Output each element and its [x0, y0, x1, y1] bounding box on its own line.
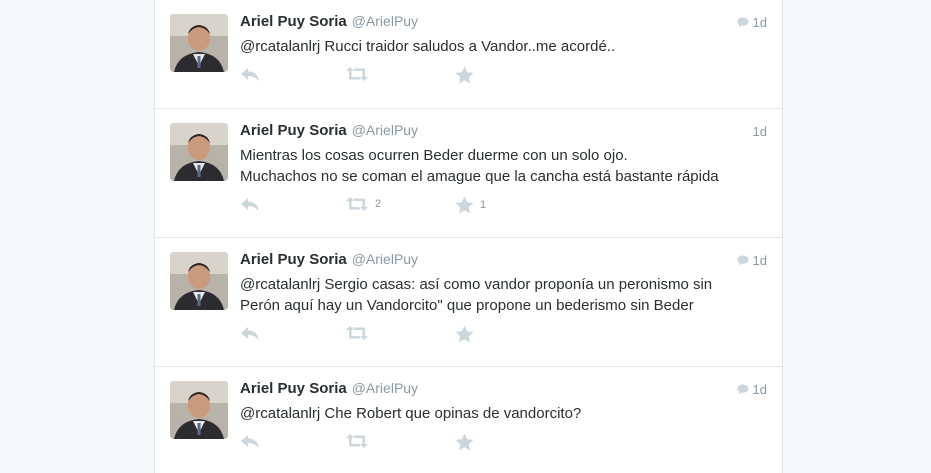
tweet-meta: 1d	[737, 382, 767, 397]
retweet-button[interactable]	[345, 325, 375, 341]
tweet-header: Ariel Puy Soria @ArielPuy 1d	[240, 13, 767, 33]
avatar[interactable]	[170, 252, 228, 310]
retweet-button[interactable]: 2	[345, 196, 381, 212]
reply-button[interactable]	[240, 325, 260, 341]
tweet-timestamp[interactable]: 1d	[753, 253, 767, 268]
retweet-icon	[346, 434, 368, 448]
tweet-actions: 2 1	[240, 196, 767, 218]
star-icon	[455, 325, 474, 343]
favorite-button[interactable]	[455, 66, 480, 84]
avatar[interactable]	[170, 14, 228, 72]
avatar[interactable]	[170, 123, 228, 181]
retweet-icon	[346, 67, 368, 81]
avatar-image	[170, 123, 228, 181]
retweet-count: 2	[375, 198, 382, 210]
tweet-text: @rcatalanlrj Sergio casas: así como vand…	[240, 276, 713, 314]
tweet-actions	[240, 433, 767, 455]
favorite-count: 1	[480, 199, 487, 211]
tweet-actions	[240, 66, 767, 88]
reply-button[interactable]	[240, 433, 260, 449]
timeline: Ariel Puy Soria @ArielPuy 1d @rcatalanlr…	[154, 0, 783, 473]
favorite-button[interactable]: 1	[455, 196, 486, 214]
reply-button[interactable]	[240, 66, 260, 82]
avatar-image	[170, 252, 228, 310]
favorite-button[interactable]	[455, 433, 480, 451]
tweet-timestamp[interactable]: 1d	[753, 15, 767, 30]
tweet-meta: 1d	[737, 253, 767, 268]
author-name[interactable]: Ariel Puy Soria	[240, 122, 347, 139]
reply-icon	[241, 68, 259, 81]
author-handle[interactable]: @ArielPuy	[352, 122, 418, 138]
tweet[interactable]: Ariel Puy Soria @ArielPuy 1d @rcatalanlr…	[155, 367, 782, 473]
author-name[interactable]: Ariel Puy Soria	[240, 251, 347, 268]
retweet-button[interactable]	[345, 433, 375, 449]
avatar-image	[170, 14, 228, 72]
reply-button[interactable]	[240, 196, 260, 212]
reply-icon	[241, 198, 259, 211]
tweet-text: Mientras los cosas ocurren Beder duerme …	[240, 147, 719, 185]
tweet[interactable]: Ariel Puy Soria @ArielPuy 1d Mientras lo…	[155, 109, 782, 238]
tweet[interactable]: Ariel Puy Soria @ArielPuy 1d @rcatalanlr…	[155, 0, 782, 109]
retweet-icon	[346, 326, 368, 340]
avatar[interactable]	[170, 381, 228, 439]
tweet-text: @rcatalanlrj Rucci traidor saludos a Van…	[240, 38, 616, 55]
author-handle[interactable]: @ArielPuy	[352, 251, 418, 267]
retweet-icon	[346, 197, 368, 211]
tweet-header: Ariel Puy Soria @ArielPuy 1d	[240, 122, 767, 142]
star-icon	[455, 196, 474, 214]
star-icon	[455, 66, 474, 84]
tweet-actions	[240, 325, 767, 347]
speech-bubble-icon	[737, 17, 749, 28]
speech-bubble-icon	[737, 384, 749, 395]
author-handle[interactable]: @ArielPuy	[352, 13, 418, 29]
favorite-button[interactable]	[455, 325, 480, 343]
retweet-button[interactable]	[345, 66, 375, 82]
tweet-meta: 1d	[753, 124, 767, 139]
tweet-header: Ariel Puy Soria @ArielPuy 1d	[240, 251, 767, 271]
author-handle[interactable]: @ArielPuy	[352, 380, 418, 396]
tweet-meta: 1d	[737, 15, 767, 30]
reply-icon	[241, 327, 259, 340]
tweet-header: Ariel Puy Soria @ArielPuy 1d	[240, 380, 767, 400]
author-name[interactable]: Ariel Puy Soria	[240, 13, 347, 30]
author-name[interactable]: Ariel Puy Soria	[240, 380, 347, 397]
speech-bubble-icon	[737, 255, 749, 266]
tweet-timestamp[interactable]: 1d	[753, 382, 767, 397]
reply-icon	[241, 435, 259, 448]
avatar-image	[170, 381, 228, 439]
tweet-timestamp[interactable]: 1d	[753, 124, 767, 139]
tweet-text: @rcatalanlrj Che Robert que opinas de va…	[240, 405, 582, 422]
star-icon	[455, 433, 474, 451]
tweet[interactable]: Ariel Puy Soria @ArielPuy 1d @rcatalanlr…	[155, 238, 782, 367]
